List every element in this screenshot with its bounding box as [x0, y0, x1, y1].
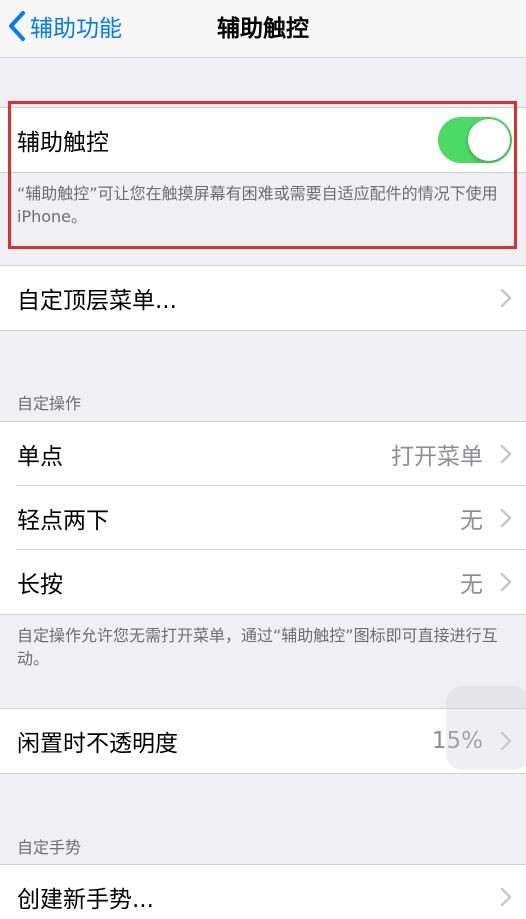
top-menu-group: 自定顶层菜单...: [0, 265, 526, 331]
single-tap-label: 单点: [17, 444, 63, 470]
assistive-touch-floating-button[interactable]: [446, 686, 526, 770]
assistive-touch-group: 辅助触控: [0, 107, 526, 173]
long-press-value: 无: [460, 572, 483, 598]
custom-actions-header: 自定操作: [17, 394, 82, 413]
customize-top-menu-row[interactable]: 自定顶层菜单...: [0, 266, 526, 330]
custom-actions-group: 单点 打开菜单 轻点两下 无 长按 无: [0, 421, 526, 615]
single-tap-value: 打开菜单: [391, 444, 483, 470]
toggle-knob: [468, 119, 510, 161]
long-press-label: 长按: [17, 572, 63, 598]
custom-gestures-group: 创建新手势...: [0, 864, 526, 919]
navigation-bar: 辅助功能 辅助触控: [0, 0, 526, 58]
assistive-touch-toggle[interactable]: [438, 117, 512, 163]
custom-actions-description: 自定操作允许您无需打开菜单，通过“辅助触控”图标即可直接进行互动。: [17, 626, 498, 668]
page-title: 辅助触控: [217, 16, 309, 42]
double-tap-label: 轻点两下: [17, 508, 109, 534]
chevron-right-icon: [500, 887, 512, 907]
chevron-right-icon: [500, 572, 512, 592]
single-tap-row[interactable]: 单点 打开菜单: [0, 422, 526, 486]
customize-top-menu-label: 自定顶层菜单...: [17, 288, 177, 314]
long-press-row[interactable]: 长按 无: [0, 549, 526, 614]
create-gesture-label: 创建新手势...: [17, 887, 154, 913]
assistive-touch-row: 辅助触控: [0, 108, 526, 172]
chevron-right-icon: [500, 288, 512, 308]
settings-page: 辅助功能 辅助触控 辅助触控 “辅助触控”可让您在触摸屏幕有困难或需要自适应配件…: [0, 0, 526, 919]
idle-opacity-label: 闲置时不透明度: [17, 731, 178, 757]
custom-gestures-header: 自定手势: [17, 838, 82, 857]
create-gesture-row[interactable]: 创建新手势...: [0, 865, 526, 919]
double-tap-value: 无: [460, 508, 483, 534]
assistive-touch-description: “辅助触控”可让您在触摸屏幕有困难或需要自适应配件的情况下使用 iPhone。: [17, 184, 498, 226]
chevron-right-icon: [500, 508, 512, 528]
assistive-touch-label: 辅助触控: [17, 130, 109, 156]
double-tap-row[interactable]: 轻点两下 无: [0, 485, 526, 550]
chevron-right-icon: [500, 444, 512, 464]
